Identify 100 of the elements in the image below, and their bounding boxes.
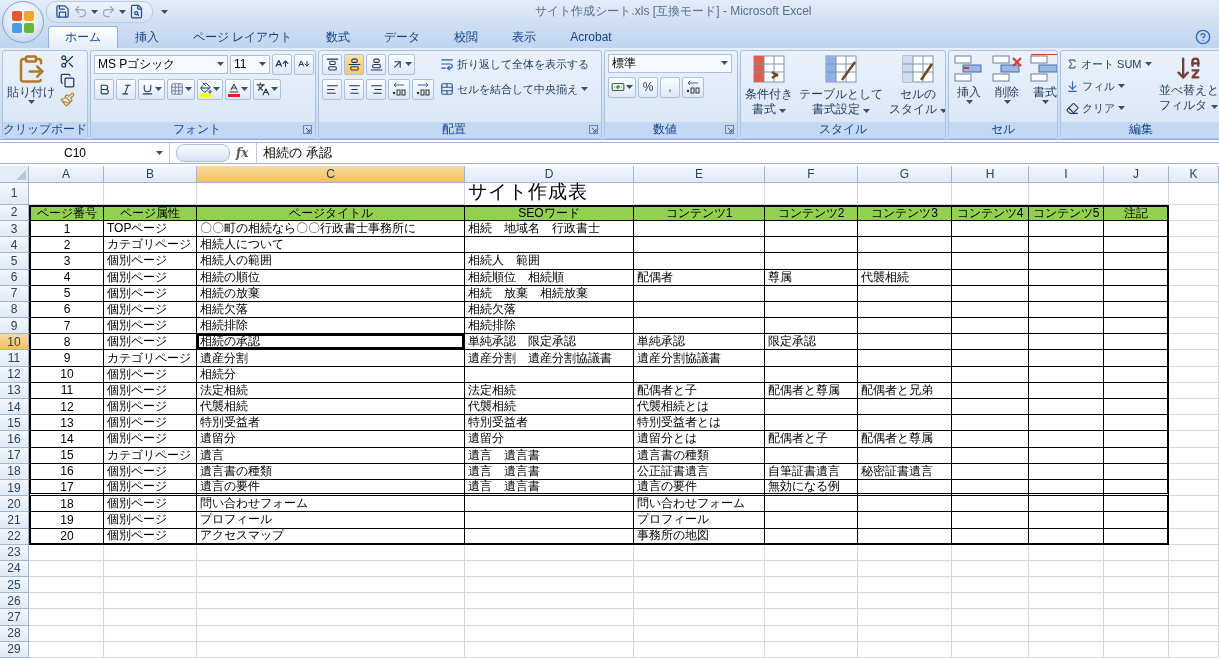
- italic-button[interactable]: [116, 78, 136, 100]
- underline-button[interactable]: [138, 78, 165, 100]
- column-header[interactable]: E: [634, 165, 765, 183]
- caret-icon: [27, 99, 35, 104]
- paste-button[interactable]: 貼り付け: [6, 53, 56, 104]
- dialog-launcher-icon[interactable]: [725, 125, 734, 135]
- dialog-launcher-icon[interactable]: [303, 125, 312, 135]
- column-header[interactable]: K: [1169, 165, 1219, 183]
- vertical-align-button[interactable]: [344, 53, 364, 75]
- ribbon-tab[interactable]: データ: [367, 25, 438, 48]
- bold-button[interactable]: [94, 78, 114, 100]
- style-button[interactable]: テーブルとして 書式設定: [798, 53, 884, 116]
- row-header[interactable]: 10: [0, 334, 29, 351]
- table-cell: 相続分: [197, 366, 465, 383]
- row-header[interactable]: 5: [0, 253, 29, 270]
- percent-button[interactable]: %: [638, 76, 658, 98]
- ribbon-tab[interactable]: ホーム: [48, 25, 118, 48]
- column-header[interactable]: J: [1104, 165, 1169, 183]
- vertical-align-button[interactable]: [322, 53, 342, 75]
- increase-indent-button[interactable]: [412, 78, 434, 100]
- font-name-field[interactable]: MS Pゴシック: [94, 54, 228, 74]
- table-cell: [1104, 415, 1169, 432]
- expand-handle[interactable]: [176, 143, 230, 162]
- style-button[interactable]: セルの スタイル: [888, 53, 945, 116]
- currency-button[interactable]: [608, 76, 636, 98]
- row-header[interactable]: 21: [0, 512, 29, 529]
- caret-icon: [721, 61, 728, 66]
- align-center-button[interactable]: [344, 78, 364, 100]
- align-left-button[interactable]: [322, 78, 342, 100]
- cut-icon[interactable]: [60, 53, 75, 69]
- table-cell: 相続人について: [197, 237, 465, 254]
- print-preview-icon[interactable]: [129, 4, 144, 20]
- fill-color-button[interactable]: [197, 78, 223, 100]
- column-header[interactable]: A: [29, 165, 104, 183]
- table-cell: 遺留分: [465, 431, 634, 448]
- clear-button[interactable]: クリア: [1064, 97, 1154, 119]
- phonetic-button[interactable]: [253, 78, 281, 100]
- caret-icon: [119, 9, 126, 14]
- copy-icon[interactable]: [60, 72, 75, 88]
- vertical-align-button[interactable]: [366, 53, 386, 75]
- column-header[interactable]: F: [765, 165, 858, 183]
- cells-button[interactable]: 挿入: [952, 53, 986, 104]
- column-header[interactable]: G: [858, 165, 952, 183]
- format-cells-icon: [1029, 53, 1057, 84]
- ribbon-tab[interactable]: 校閲: [437, 25, 496, 48]
- row-header[interactable]: 20: [0, 496, 29, 513]
- table-cell: 個別ページ: [104, 496, 197, 513]
- autosum-button[interactable]: オート SUM: [1064, 53, 1154, 75]
- ribbon-tab[interactable]: 数式: [309, 25, 368, 48]
- ribbon-tab[interactable]: 表示: [495, 25, 554, 48]
- save-icon[interactable]: [55, 4, 70, 20]
- wrap-text-button[interactable]: 折り返して全体を表示する: [438, 53, 591, 75]
- style-button[interactable]: 条件付き 書式: [744, 53, 794, 116]
- row-header[interactable]: 25: [0, 577, 29, 594]
- sort-filter-button[interactable]: 並べ替えと フィルタ: [1157, 53, 1219, 112]
- ribbon-tab[interactable]: 挿入: [118, 25, 176, 48]
- fill-button[interactable]: フィル: [1064, 75, 1154, 97]
- column-header[interactable]: D: [465, 165, 634, 183]
- row-header[interactable]: 15: [0, 415, 29, 432]
- table-cell: 10: [29, 366, 104, 383]
- decrease-indent-button[interactable]: [388, 78, 410, 100]
- increase-decimal-button[interactable]: [682, 76, 704, 98]
- cells-button[interactable]: 削除: [990, 53, 1024, 104]
- orientation-button[interactable]: [388, 53, 415, 75]
- active-cell[interactable]: 相続の承認: [197, 334, 465, 351]
- name-box[interactable]: C10: [0, 142, 170, 163]
- row-header[interactable]: 14: [0, 399, 29, 416]
- table-cell: カテゴリページ: [104, 350, 197, 367]
- font-size-field[interactable]: 11: [230, 54, 270, 74]
- cells-button[interactable]: 書式: [1028, 53, 1057, 104]
- row-header[interactable]: 9: [0, 318, 29, 335]
- row-header[interactable]: 11: [0, 350, 29, 367]
- column-header[interactable]: H: [952, 165, 1029, 183]
- row-header[interactable]: 1: [0, 182, 29, 205]
- align-right-button[interactable]: [366, 78, 386, 100]
- help-icon[interactable]: [1195, 28, 1211, 45]
- formula-field[interactable]: 相続の 承認: [256, 142, 1219, 163]
- ribbon-tab[interactable]: ページ レイアウト: [176, 25, 310, 48]
- grow-font-button[interactable]: [272, 53, 292, 75]
- ribbon-tab[interactable]: Acrobat: [553, 25, 629, 48]
- row-header[interactable]: 26: [0, 593, 29, 610]
- borders-button[interactable]: [167, 78, 195, 100]
- font-color-button[interactable]: [225, 78, 251, 100]
- table-cell: [1104, 269, 1169, 286]
- insert-function-button[interactable]: fx: [236, 145, 249, 160]
- row-header[interactable]: 16: [0, 431, 29, 448]
- row-header[interactable]: 27: [0, 609, 29, 626]
- column-header[interactable]: B: [104, 165, 197, 183]
- dialog-launcher-icon[interactable]: [589, 125, 598, 135]
- column-header[interactable]: I: [1029, 165, 1104, 183]
- shrink-font-button[interactable]: [294, 53, 314, 75]
- group-label: 配置: [441, 121, 467, 138]
- grid-cell: [1169, 253, 1219, 270]
- table-cell: 12: [29, 399, 104, 416]
- merge-center-button[interactable]: セルを結合して中央揃え: [438, 78, 591, 100]
- column-header[interactable]: C: [197, 165, 465, 183]
- table-cell: 16: [29, 463, 104, 480]
- comma-button[interactable]: ,: [660, 76, 680, 98]
- number-format-field[interactable]: 標準: [608, 53, 732, 73]
- row-header[interactable]: 4: [0, 237, 29, 254]
